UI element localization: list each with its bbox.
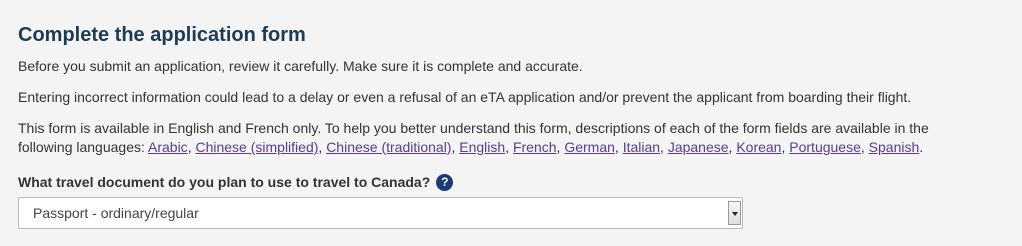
review-instructions: Before you submit an application, review… [18, 58, 583, 74]
language-separator: , [860, 139, 869, 155]
language-link-portuguese[interactable]: Portuguese [789, 139, 861, 155]
language-link-chinese-simplified[interactable]: Chinese (simplified) [195, 139, 318, 155]
dropdown-arrow-icon[interactable] [728, 201, 741, 225]
question-circle-icon[interactable]: ? [436, 174, 454, 191]
language-availability-text: This form is available in English and Fr… [18, 119, 978, 157]
language-link-chinese-traditional[interactable]: Chinese (traditional) [326, 139, 451, 155]
warning-text: Entering incorrect information could lea… [18, 89, 912, 105]
travel-document-select[interactable]: Passport - ordinary/regular [18, 197, 743, 229]
selected-document-value: Passport - ordinary/regular [33, 205, 199, 221]
language-separator: , [660, 139, 668, 155]
language-separator: , [505, 139, 513, 155]
language-links: Arabic, Chinese (simplified), Chinese (t… [148, 139, 923, 155]
language-link-german[interactable]: German [564, 139, 615, 155]
page-title: Complete the application form [18, 24, 306, 46]
language-link-spanish[interactable]: Spanish [869, 139, 920, 155]
question-label: What travel document do you plan to use … [18, 174, 431, 190]
language-separator: . [919, 139, 924, 155]
language-link-italian[interactable]: Italian [623, 139, 660, 155]
language-link-arabic[interactable]: Arabic [148, 139, 188, 155]
language-link-korean[interactable]: Korean [736, 139, 781, 155]
language-link-japanese[interactable]: Japanese [668, 139, 729, 155]
language-link-french[interactable]: French [513, 139, 557, 155]
language-link-english[interactable]: English [459, 139, 505, 155]
travel-document-question: What travel document do you plan to use … [18, 172, 454, 192]
language-separator: , [614, 139, 623, 155]
